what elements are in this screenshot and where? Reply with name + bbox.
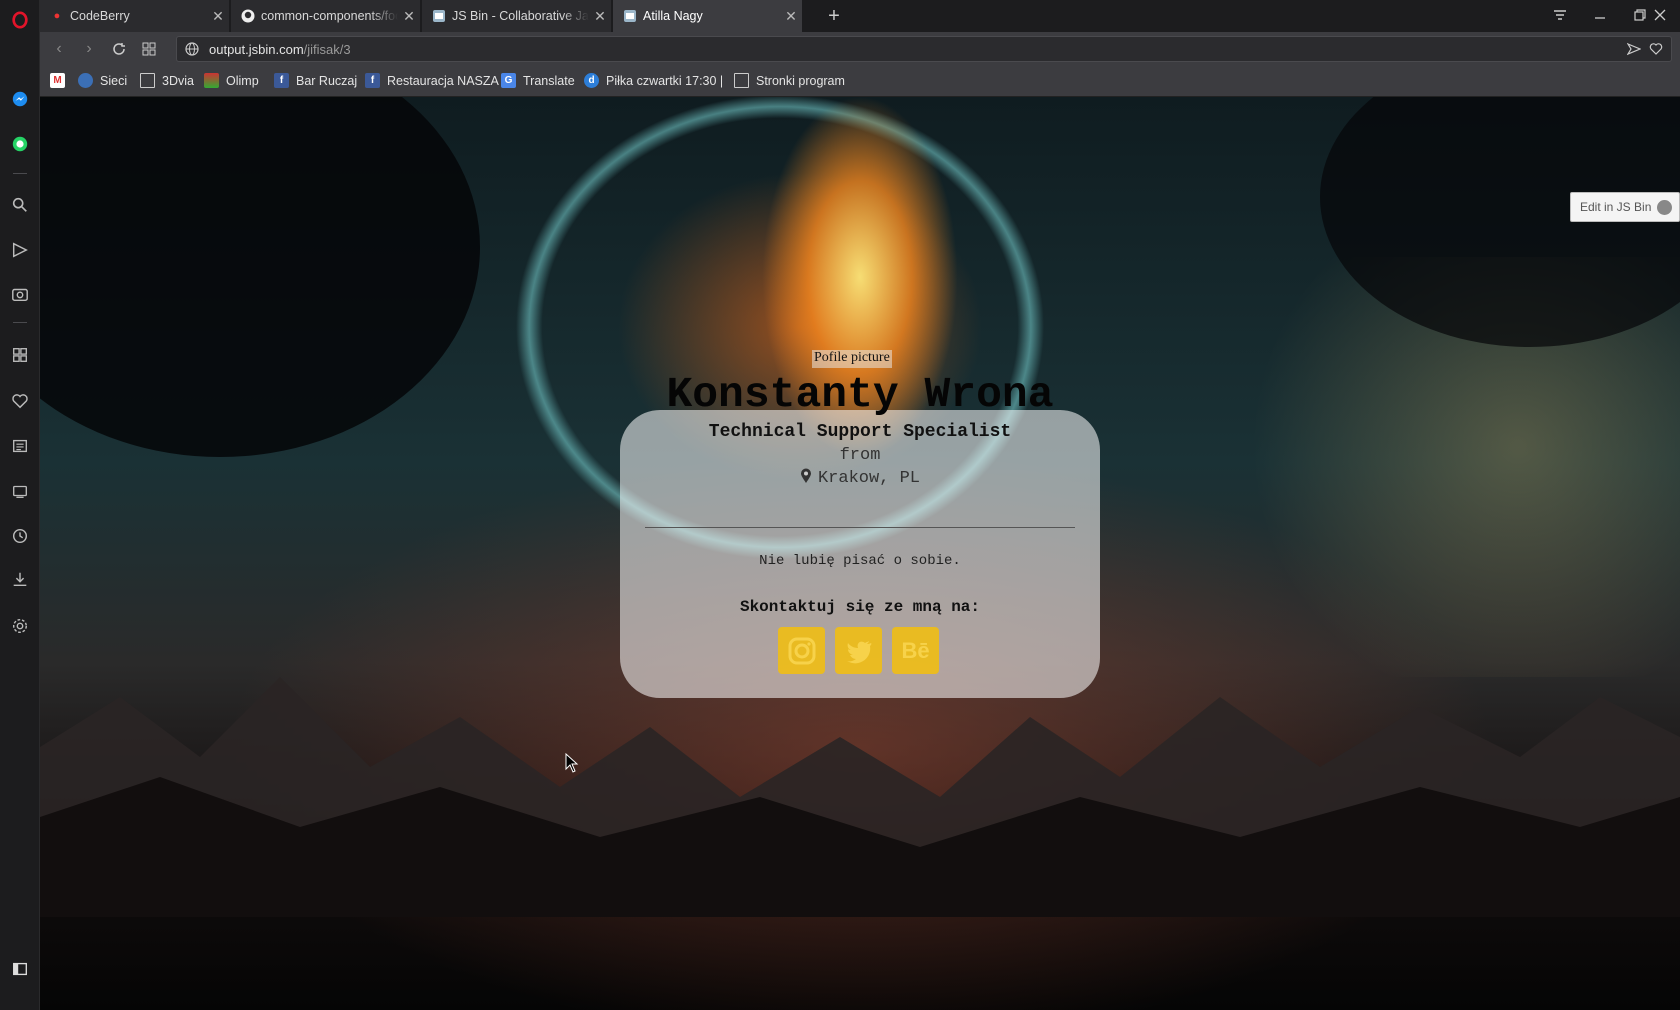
translate-icon: G [501, 73, 516, 88]
bookmark-sieci[interactable]: Sieci [78, 73, 127, 88]
bookmark-label: Stronki program [756, 73, 845, 88]
card-divider [645, 527, 1075, 528]
back-icon[interactable]: ‹ [46, 36, 72, 62]
new-tab-button[interactable]: + [820, 0, 848, 32]
news-icon[interactable] [0, 430, 40, 462]
olimp-icon [204, 73, 219, 88]
bookmark-label: Restauracja NASZA [387, 73, 499, 88]
codeberry-favicon-icon: ● [53, 10, 61, 22]
heart-icon[interactable] [0, 385, 40, 417]
mouse-cursor-icon [565, 753, 579, 773]
doodle-icon: d [584, 73, 599, 88]
jsbin-favicon-icon [623, 9, 637, 23]
url-domain: output.jsbin.com [209, 42, 304, 57]
sidebar-separator [13, 173, 27, 174]
opera-logo-icon[interactable] [0, 4, 40, 36]
sieci-icon [78, 73, 93, 88]
tab-title: CodeBerry [70, 9, 130, 23]
tree-silhouette-left [40, 97, 480, 457]
reload-icon[interactable] [106, 36, 132, 62]
sidebar-toggle-icon[interactable] [0, 953, 40, 985]
bookmark-bar-ruczaj[interactable]: f Bar Ruczaj [274, 73, 357, 88]
profile-about: Nie lubię pisać o sobie. [759, 553, 961, 569]
bookmarks-bar: M Sieci 3Dvia Olimp f Bar Ruczaj f Resta… [40, 66, 1680, 97]
tab-codeberry[interactable]: ● CodeBerry ✕ [40, 0, 230, 32]
edit-in-jsbin-label: Edit in JS Bin [1580, 200, 1652, 214]
bookmark-label: 3Dvia [162, 73, 194, 88]
folder-icon [734, 73, 749, 88]
instagram-button[interactable] [778, 627, 825, 674]
map-pin-icon [800, 468, 812, 490]
close-tab-icon[interactable]: ✕ [780, 8, 802, 25]
settings-gear-icon[interactable] [0, 610, 40, 642]
location-text: Krakow, PL [817, 469, 921, 488]
globe-icon [185, 42, 199, 61]
jsbin-bot-icon [1657, 200, 1672, 215]
profile-role: Technical Support Specialist [708, 422, 1012, 442]
bookmark-3dvia[interactable]: 3Dvia [140, 73, 194, 88]
address-bar-row: ‹ › output.jsbin.com/jifisak/3 [40, 32, 1680, 66]
facebook-icon: f [365, 73, 380, 88]
tab-jsbin[interactable]: JS Bin - Collaborative JavaS ✕ [422, 0, 612, 32]
bookmark-label: Piłka czwartki 17:30 | [606, 73, 724, 88]
profile-picture-placeholder: Pofile picture [812, 350, 892, 368]
url-input[interactable]: output.jsbin.com/jifisak/3 [176, 36, 1672, 62]
profile-from-label: from [839, 446, 881, 465]
gmail-icon: M [50, 73, 65, 88]
bookmark-olimp[interactable]: Olimp [204, 73, 259, 88]
tab-strip: ● CodeBerry ✕ common-components/foo ✕ JS… [40, 0, 1680, 32]
url-path: /jifisak/3 [303, 42, 351, 57]
edit-in-jsbin-button[interactable]: Edit in JS Bin [1570, 192, 1680, 222]
twitter-button[interactable] [835, 627, 882, 674]
tab-title: JS Bin - Collaborative JavaS [452, 9, 589, 23]
tab-snapshot-icon[interactable] [136, 36, 162, 62]
behance-icon: Bē [901, 637, 930, 663]
bookmark-label: Olimp [226, 73, 259, 88]
bookmark-label: Translate [523, 73, 575, 88]
tab-menu-icon[interactable] [1540, 0, 1580, 30]
opera-sidebar [0, 0, 40, 1010]
profile-name: Konstanty Wrona [666, 370, 1054, 419]
bookmark-heart-icon[interactable] [1649, 42, 1663, 61]
tab-atilla-nagy[interactable]: Atilla Nagy ✕ [613, 0, 803, 32]
forward-icon[interactable]: › [76, 36, 102, 62]
close-window-icon[interactable] [1640, 0, 1680, 30]
tab-title: common-components/foo [261, 9, 398, 23]
whatsapp-icon[interactable] [0, 128, 40, 160]
jsbin-favicon-icon [432, 9, 446, 23]
history-icon[interactable] [0, 520, 40, 552]
minimize-icon[interactable] [1580, 0, 1620, 30]
behance-button[interactable]: Bē [892, 627, 939, 674]
facebook-icon: f [274, 73, 289, 88]
close-tab-icon[interactable]: ✕ [589, 8, 611, 25]
bookmark-translate[interactable]: G Translate [501, 73, 575, 88]
folder-icon [140, 73, 155, 88]
github-favicon-icon [241, 9, 255, 23]
close-tab-icon[interactable]: ✕ [207, 8, 229, 25]
bookmark-restauracja-nasza[interactable]: f Restauracja NASZA [365, 73, 499, 88]
bookmark-label: Bar Ruczaj [296, 73, 358, 88]
close-tab-icon[interactable]: ✕ [398, 8, 420, 25]
instagram-icon [788, 637, 815, 664]
bookmark-gmail[interactable]: M [50, 73, 72, 88]
camera-icon[interactable] [0, 278, 40, 310]
speed-dial-icon[interactable] [0, 339, 40, 371]
search-icon[interactable] [0, 189, 40, 221]
bookmark-label: Sieci [100, 73, 128, 88]
url-text: output.jsbin.com/jifisak/3 [209, 42, 351, 57]
messenger-icon[interactable] [0, 83, 40, 115]
flow-send-icon[interactable] [0, 234, 40, 266]
contact-heading: Skontaktuj się ze mną na: [739, 598, 981, 616]
tab-title: Atilla Nagy [643, 9, 703, 23]
downloads-icon[interactable] [0, 563, 40, 595]
bookmark-pilka[interactable]: d Piłka czwartki 17:30 | [584, 73, 723, 88]
send-to-flow-icon[interactable] [1626, 42, 1642, 61]
tab-github[interactable]: common-components/foo ✕ [231, 0, 421, 32]
sidebar-separator [13, 322, 27, 323]
bookmark-stronki-program[interactable]: Stronki program [734, 73, 845, 88]
tabs-icon[interactable] [0, 475, 40, 507]
twitter-icon [846, 640, 871, 663]
profile-location: Krakow, PL [620, 468, 1100, 490]
